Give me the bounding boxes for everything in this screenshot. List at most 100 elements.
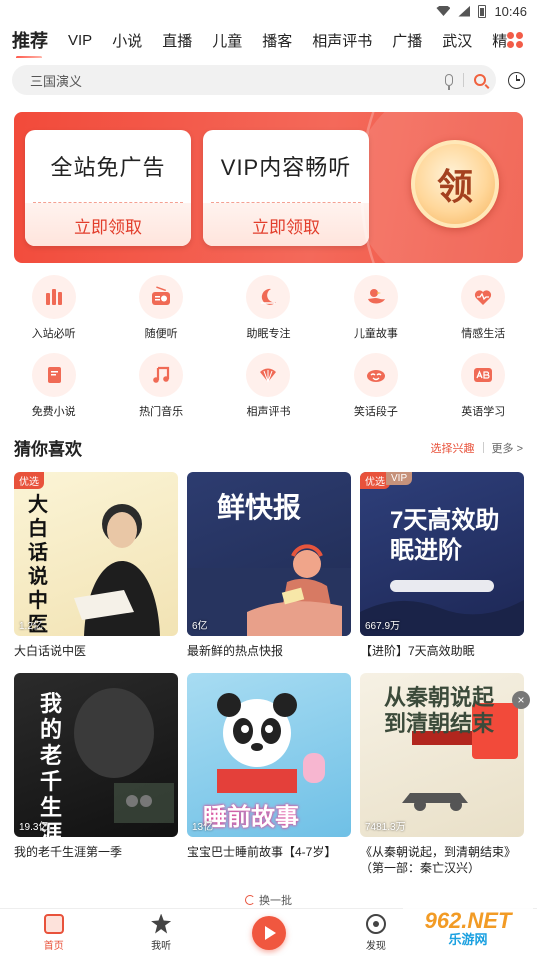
entry-kids-stories[interactable]: 儿童故事 [322,275,429,341]
entry-emotional-life[interactable]: 情感生活 [430,275,537,341]
section-title: 猜你喜欢 [14,440,82,459]
entry-free-novels[interactable]: 免费小说 [0,353,107,419]
cover-title: 我的老千生涯 [40,691,63,837]
entry-label: 儿童故事 [353,328,398,340]
coupon-title: 全站免广告 [50,155,166,180]
claim-now-button[interactable]: 立即领取 [25,203,191,246]
all-categories-icon[interactable] [507,32,523,48]
entry-must-listen[interactable]: 入站必听 [0,275,107,341]
wifi-icon [436,6,451,16]
ab-icon [474,368,493,382]
duck-icon [367,289,385,304]
cover-title: 大白话说中医 [28,492,48,636]
album-card[interactable]: 7天高效助眠进阶 优选 VIP 667.9万 【进阶】7天高效助眠 [360,472,524,659]
recommend-cards: 大白话说中医 优选 1.2亿 大白话说中医 鲜快报 6亿 最新鲜的热点快报 7天… [0,472,537,876]
claim-badge-text: 领 [436,166,473,208]
album-card[interactable]: 从秦朝说起到清朝结束 7481.3万 《从秦朝说起，到清朝结束》 （第一部：秦亡… [360,673,530,876]
search-box[interactable] [12,65,496,95]
album-subtitle: （第一部：秦亡汉兴） [360,861,481,875]
music-note-icon [153,366,170,383]
entry-jokes[interactable]: 笑话段子 [322,353,429,419]
tab-wuhan[interactable]: 武汉 [442,30,472,51]
watermark-text: 乐游网 [448,932,488,947]
album-title: 【进阶】7天高效助眠 [360,644,475,658]
moon-icon [261,288,277,305]
tab-radio[interactable]: 广播 [392,30,422,51]
album-title: 宝宝巴士睡前故事【4-7岁】 [187,845,337,859]
search-input[interactable] [30,72,445,88]
watermark-number: 962.NET [424,908,512,933]
nav-play[interactable] [215,909,322,956]
album-cover[interactable]: 从秦朝说起到清朝结束 7481.3万 [360,673,524,837]
album-cover[interactable]: 我的老千生涯 19.3亿 [14,673,178,837]
nav-label: 首页 [43,940,64,952]
tab-live[interactable]: 直播 [162,30,192,51]
play-icon[interactable] [251,915,286,950]
play-count: 1.2亿 [19,621,43,632]
claim-badge[interactable]: 领 [411,140,499,228]
nav-label: 发现 [365,940,386,952]
tab-novel[interactable]: 小说 [112,30,142,51]
featured-badge: 优选 [14,472,44,489]
play-count: 7481.3万 [365,822,406,833]
bars-icon [45,289,62,305]
entry-label: 入站必听 [31,328,76,340]
entry-label: 热门音乐 [139,406,184,418]
album-card[interactable]: 睡前故事 13亿 宝宝巴士睡前故事【4-7岁】 [187,673,351,876]
close-icon[interactable]: × [512,691,530,709]
entry-label: 助眠专注 [246,328,291,340]
entry-random-listen[interactable]: 随便听 [107,275,214,341]
album-cover[interactable]: 睡前故事 13亿 [187,673,351,837]
promo-banner[interactable]: 全站免广告 立即领取 VIP内容畅听 立即领取 领 [14,112,523,263]
entry-hot-music[interactable]: 热门音乐 [107,353,214,419]
nav-home[interactable]: 首页 [0,909,107,956]
album-card[interactable]: 鲜快报 6亿 最新鲜的热点快报 [187,472,351,659]
album-card[interactable]: 大白话说中医 优选 1.2亿 大白话说中医 [14,472,178,659]
signal-icon [458,5,471,17]
tab-featured[interactable]: 精 [492,30,507,51]
smile-icon [366,370,385,382]
claim-now-button[interactable]: 立即领取 [203,203,369,246]
coupon-title: VIP内容畅听 [220,155,352,180]
tab-kids[interactable]: 儿童 [212,30,242,51]
home-icon [43,913,64,934]
tab-vip[interactable]: VIP [68,32,92,49]
entry-label: 随便听 [144,328,178,340]
nav-my-listening[interactable]: 我听 [107,909,214,956]
category-tabs: 推荐 VIP 小说 直播 儿童 播客 相声评书 广播 武汉 精 [0,22,537,58]
search-divider [463,73,464,87]
tab-crosstalk[interactable]: 相声评书 [312,30,372,51]
microphone-icon[interactable] [445,74,453,90]
quick-entries: 入站必听 随便听 助眠专注 儿童故事 情感生活 免费小说 热门音乐 相声评书 笑… [0,275,537,419]
more-link[interactable]: 更多 > [492,440,523,456]
history-clock-icon[interactable] [508,71,525,89]
entry-label: 笑话段子 [353,406,398,418]
fan-icon [260,368,277,383]
search-icon[interactable] [474,74,486,86]
entry-sleep-focus[interactable]: 助眠专注 [215,275,322,341]
compass-icon [365,913,386,934]
heart-icon [475,290,492,305]
vip-badge: VIP [386,472,413,485]
status-bar: 10:46 [0,0,537,22]
album-cover[interactable]: 鲜快报 6亿 [187,472,351,636]
radio-icon [152,286,171,305]
section-links: 选择兴趣 更多 > [431,440,523,456]
site-watermark: 962.NET 乐游网 [403,904,533,954]
links-divider [482,442,484,453]
entry-label: 英语学习 [461,406,506,418]
album-cover[interactable]: 大白话说中医 优选 1.2亿 [14,472,178,636]
album-cover[interactable]: 7天高效助眠进阶 优选 VIP 667.9万 [360,472,524,636]
tab-recommend[interactable]: 推荐 [12,27,48,58]
coupon-no-ads[interactable]: 全站免广告 立即领取 [25,130,191,246]
cover-title: 7天高效助眠进阶 [390,507,500,564]
play-count: 19.3亿 [19,822,49,833]
coupon-vip-content[interactable]: VIP内容畅听 立即领取 [203,130,369,246]
tab-podcast[interactable]: 播客 [262,30,292,51]
album-card[interactable]: 我的老千生涯 19.3亿 我的老千生涯第一季 [14,673,178,876]
pick-interests-link[interactable]: 选择兴趣 [431,440,475,456]
album-title: 《从秦朝说起，到清朝结束》 [360,845,517,859]
entry-english-learning[interactable]: 英语学习 [430,353,537,419]
entry-crosstalk[interactable]: 相声评书 [215,353,322,419]
play-count: 6亿 [192,621,208,632]
